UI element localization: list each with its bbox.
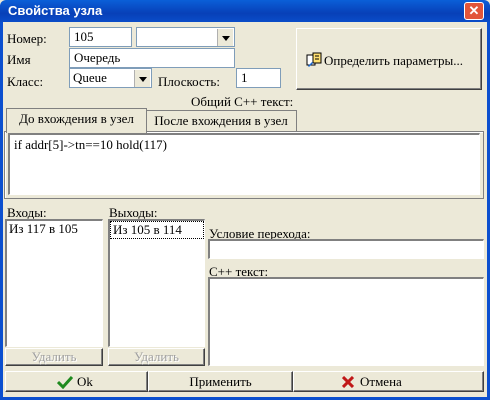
define-params-label: Определить параметры...	[324, 53, 463, 68]
plane-label: Плоскость:	[158, 74, 220, 89]
ok-button[interactable]: Ok	[5, 371, 148, 392]
apply-button[interactable]: Применить	[148, 371, 293, 392]
checkmark-icon	[57, 375, 73, 389]
x-icon	[342, 376, 354, 388]
common-cpp-label: Общий С++ текст:	[191, 94, 294, 109]
plane-input[interactable]: 1	[236, 68, 281, 88]
tab-before-entry-label: До вхождения в узел	[6, 108, 147, 133]
number-input[interactable]: 105	[69, 27, 132, 47]
define-params-button[interactable]: Определить параметры...	[296, 28, 482, 90]
close-button[interactable]: ✕	[464, 2, 484, 20]
class-label: Класс:	[7, 74, 44, 89]
class-select[interactable]: Queue	[69, 68, 152, 88]
tab-after-entry[interactable]: После вхождения в узел	[145, 110, 297, 131]
chevron-down-icon[interactable]	[134, 70, 150, 87]
ok-label: Ok	[77, 374, 93, 389]
number-select[interactable]	[136, 27, 235, 47]
tab-before-entry[interactable]: До вхождения в узел	[6, 108, 147, 133]
number-label: Номер:	[7, 31, 47, 46]
inputs-list[interactable]: Из 117 в 105	[5, 219, 103, 347]
class-select-value: Queue	[73, 70, 107, 85]
transition-cpp-editor[interactable]	[208, 277, 484, 366]
window-title: Свойства узла	[8, 3, 103, 18]
chevron-down-icon[interactable]	[217, 29, 233, 46]
cancel-button[interactable]: Отмена	[293, 371, 484, 392]
cancel-label: Отмена	[360, 374, 402, 389]
outputs-list[interactable]: Из 105 в 114	[108, 219, 205, 347]
outputs-delete-button[interactable]: Удалить	[108, 348, 205, 366]
list-item[interactable]: Из 117 в 105	[7, 221, 102, 237]
name-input[interactable]: Очередь	[69, 48, 235, 68]
inputs-delete-button[interactable]: Удалить	[5, 348, 103, 366]
common-cpp-editor[interactable]: if addr[5]->tn==10 hold(117)	[8, 133, 480, 195]
list-item[interactable]: Из 105 в 114	[110, 221, 204, 239]
name-label: Имя	[7, 52, 31, 67]
condition-input[interactable]	[208, 239, 484, 259]
wizard-icon	[306, 52, 322, 67]
common-cpp-code: if addr[5]->tn==10 hold(117)	[14, 137, 167, 152]
